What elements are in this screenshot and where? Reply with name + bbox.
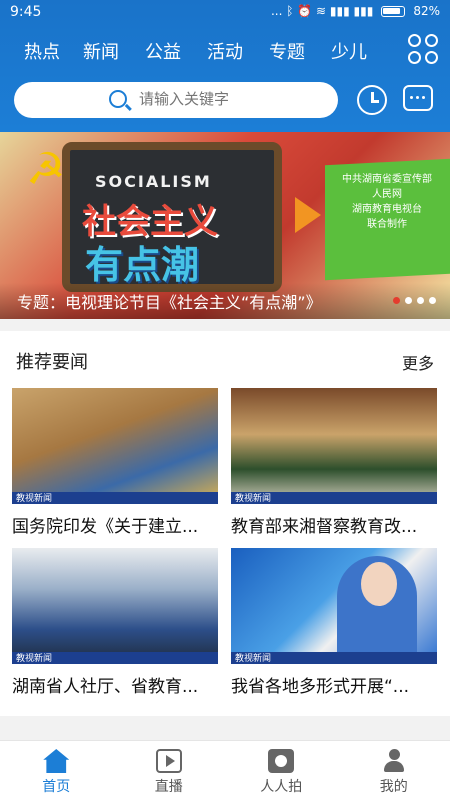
news-thumbnail: 教视新闻: [12, 388, 218, 504]
thumbnail-badge: 教视新闻: [235, 654, 272, 664]
thumbnail-badge: 教视新闻: [235, 494, 272, 504]
section-title: 推荐要闻: [16, 352, 88, 373]
carousel-dots: [393, 297, 436, 304]
nav-label: 人人拍: [260, 779, 303, 795]
live-icon: [155, 749, 182, 773]
carousel-dot-active[interactable]: [393, 297, 400, 304]
search-icon: [109, 90, 127, 108]
message-icon[interactable]: [403, 85, 433, 111]
banner-english-text: SOCIALISM: [95, 172, 212, 191]
camera-icon: [268, 749, 295, 773]
battery-level: 82%: [413, 4, 440, 18]
status-bar: 9:45 ... ᛒ ⏰ ≋ ▮▮▮ ▮▮▮ 82%: [0, 0, 450, 26]
news-thumbnail: 教视新闻: [231, 548, 437, 664]
nav-label: 我的: [379, 779, 408, 795]
banner-side-text: 中共湖南省委宣传部 人民网 湖南教育电视台 联合制作: [342, 174, 432, 230]
battery-icon: [381, 5, 406, 17]
news-title[interactable]: 国务院印发《关于建立...: [12, 512, 218, 537]
nav-label: 直播: [154, 779, 183, 795]
news-card[interactable]: 教视新闻 我省各地多形式开展“...: [231, 548, 437, 697]
news-thumbnail: 教视新闻: [231, 388, 437, 504]
thumbnail-badge: 教视新闻: [16, 494, 53, 504]
banner-caption[interactable]: 专题：电视理论节目《社会主义“有点潮”》: [17, 289, 322, 313]
status-time: 9:45: [10, 4, 42, 20]
category-tabs: 热点 新闻 公益 活动 专题 少儿: [0, 30, 400, 70]
tab-topics[interactable]: 专题: [256, 30, 318, 70]
more-link[interactable]: 更多: [402, 350, 434, 374]
nav-label: 首页: [42, 779, 71, 795]
carousel-dot[interactable]: [429, 297, 436, 304]
status-icons: ... ᛒ ⏰ ≋ ▮▮▮ ▮▮▮ 82%: [271, 4, 440, 18]
banner-title-line2: 有点潮: [85, 243, 200, 287]
play-arrow-icon: [295, 197, 321, 233]
search-bar[interactable]: [14, 82, 338, 118]
nav-home[interactable]: 首页: [0, 741, 113, 800]
news-anchor-face: [361, 562, 397, 606]
news-title[interactable]: 湖南省人社厅、省教育...: [12, 672, 218, 697]
nav-live[interactable]: 直播: [113, 741, 226, 800]
carousel-dot[interactable]: [417, 297, 424, 304]
tab-charity[interactable]: 公益: [132, 30, 194, 70]
news-card[interactable]: 教视新闻 教育部来湘督察教育改...: [231, 388, 437, 537]
bottom-nav: 首页 直播 人人拍 我的: [0, 740, 450, 800]
news-title[interactable]: 我省各地多形式开展“...: [231, 672, 437, 697]
tab-kids[interactable]: 少儿: [318, 30, 380, 70]
home-icon: [43, 749, 70, 773]
news-card[interactable]: 教视新闻 国务院印发《关于建立...: [12, 388, 218, 537]
status-indicators: ... ᛒ ⏰ ≋ ▮▮▮ ▮▮▮: [270, 4, 374, 18]
grid-icon[interactable]: [408, 34, 438, 64]
tab-news[interactable]: 新闻: [70, 30, 132, 70]
tab-events[interactable]: 活动: [194, 30, 256, 70]
carousel-dot[interactable]: [405, 297, 412, 304]
nav-shoot[interactable]: 人人拍: [225, 741, 338, 800]
news-thumbnail: 教视新闻: [12, 548, 218, 664]
tab-hot[interactable]: 热点: [0, 30, 70, 70]
news-card[interactable]: 教视新闻 湖南省人社厅、省教育...: [12, 548, 218, 697]
search-input[interactable]: [139, 90, 319, 108]
history-icon[interactable]: [357, 85, 387, 115]
user-icon: [381, 749, 407, 773]
news-title[interactable]: 教育部来湘督察教育改...: [231, 512, 437, 537]
nav-profile[interactable]: 我的: [338, 741, 450, 800]
thumbnail-badge: 教视新闻: [16, 654, 53, 664]
